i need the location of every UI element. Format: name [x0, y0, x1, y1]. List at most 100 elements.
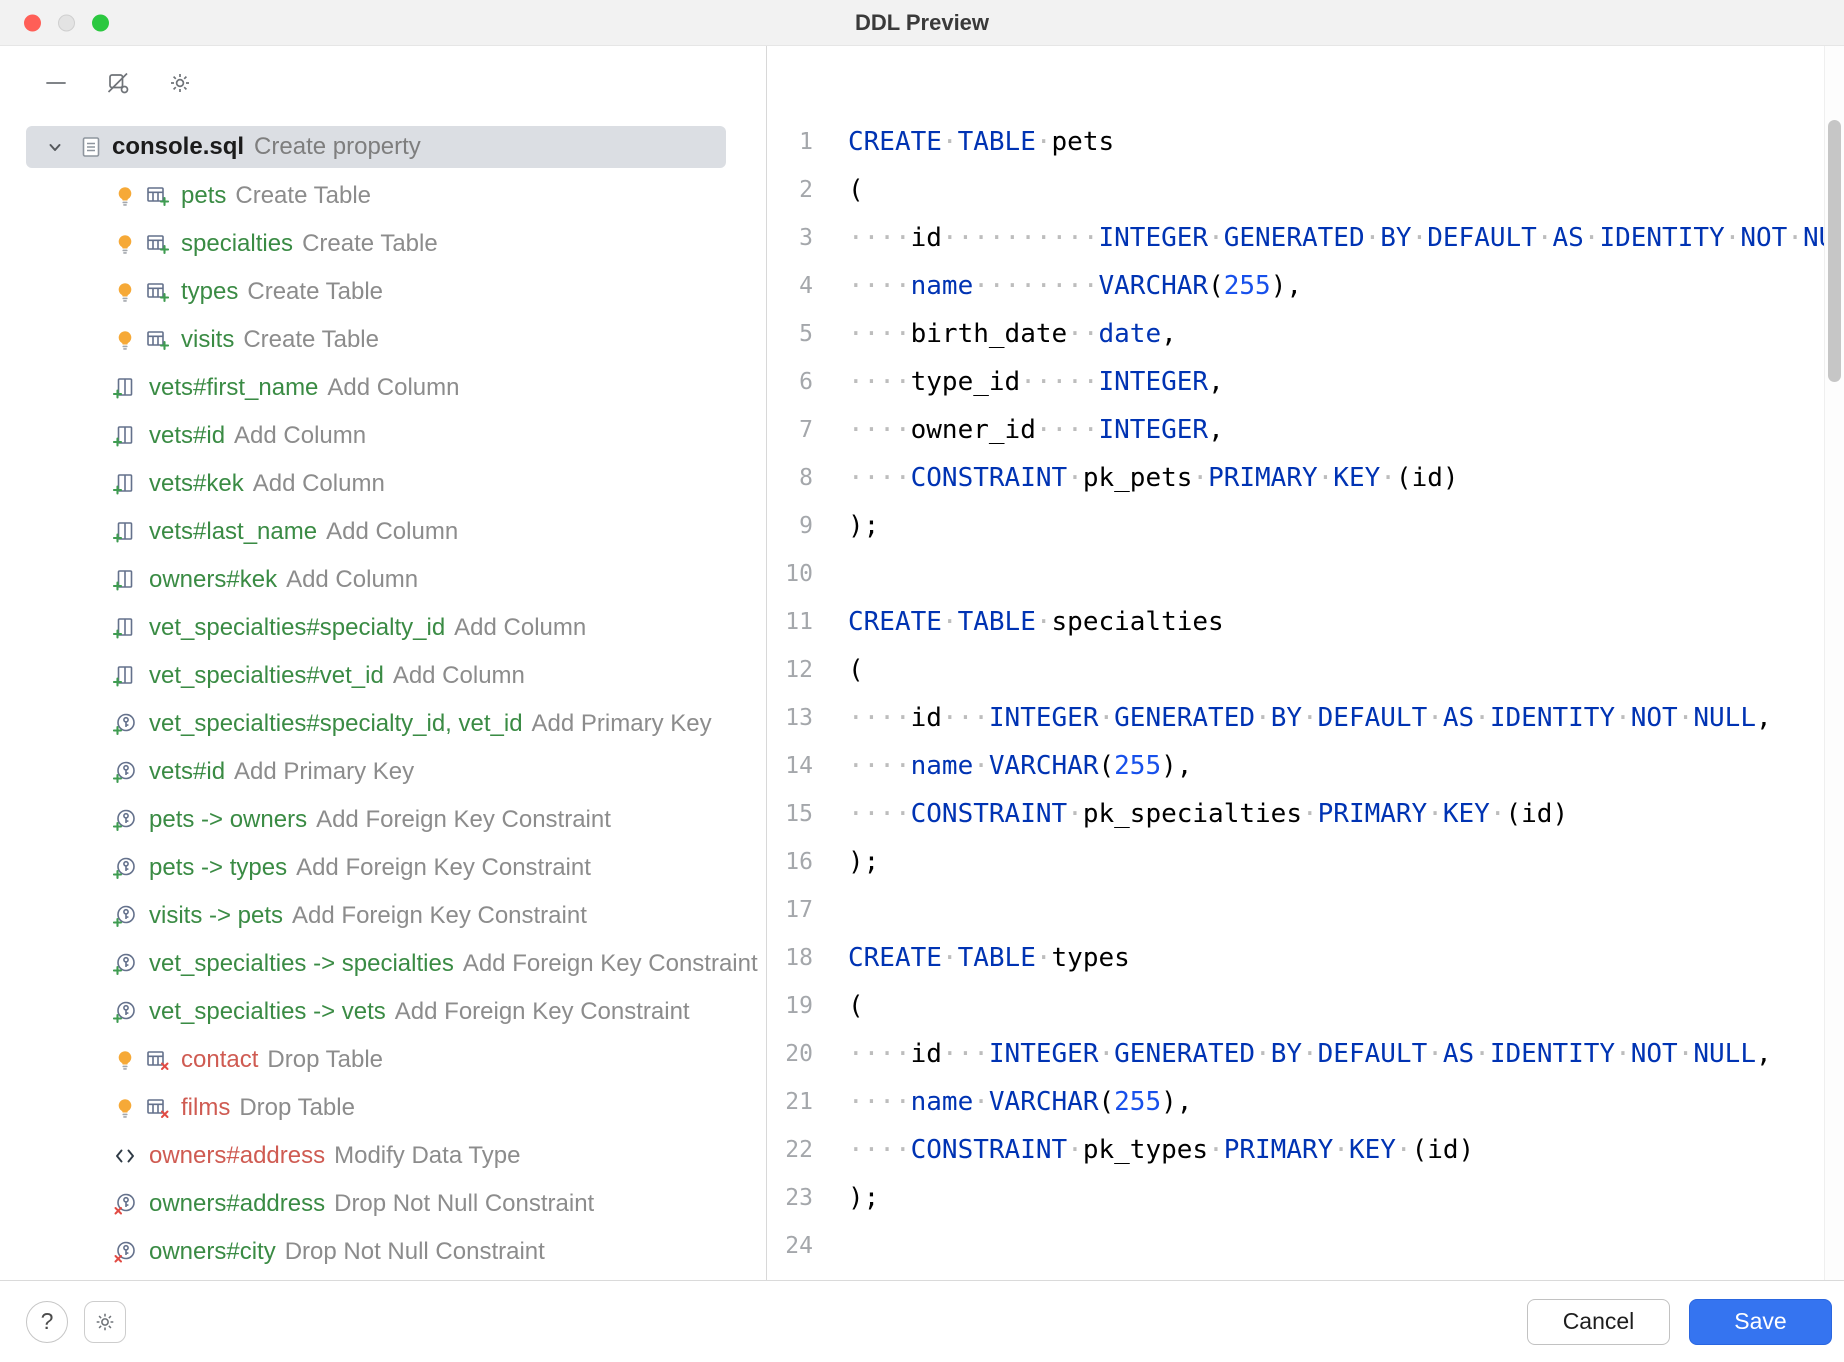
tree-item-action: Create Table: [302, 230, 438, 258]
code-line: 2(: [767, 166, 1844, 214]
intention-bulb-icon: [112, 1095, 138, 1121]
line-number: 8: [767, 465, 813, 491]
panel-settings-button[interactable]: [162, 65, 198, 101]
code-text: ····id···INTEGER·GENERATED·BY·DEFAULT·AS…: [848, 703, 1772, 733]
zoom-button[interactable]: [92, 14, 109, 31]
code-text: CREATE·TABLE·specialties: [848, 607, 1224, 637]
tree-item-name: owners#address: [149, 1190, 325, 1218]
code-line: 8 ····CONSTRAINT·pk_pets·PRIMARY·KEY·(id): [767, 454, 1844, 502]
tree-item[interactable]: vets#first_nameAdd Column: [0, 364, 766, 412]
column-add-icon: [112, 519, 138, 545]
chevron-down-icon[interactable]: [42, 134, 68, 160]
tree-item-action: Add Column: [234, 422, 366, 450]
save-button[interactable]: Save: [1689, 1299, 1832, 1345]
line-number: 22: [767, 1137, 813, 1163]
tree-item[interactable]: vet_specialties#specialty_id, vet_idAdd …: [0, 700, 766, 748]
tree-item-action: Create Table: [243, 326, 379, 354]
line-number: 4: [767, 273, 813, 299]
line-number: 2: [767, 177, 813, 203]
tree-item-action: Modify Data Type: [334, 1142, 520, 1170]
key-drop-icon: [112, 1239, 138, 1265]
tree-item[interactable]: visits Create Table: [0, 316, 766, 364]
footer-right: Cancel Save: [1527, 1299, 1832, 1345]
tree-item[interactable]: owners#kekAdd Column: [0, 556, 766, 604]
ddl-editor[interactable]: 1CREATE·TABLE·pets2(3····id··········INT…: [767, 46, 1844, 1280]
line-number: 10: [767, 561, 813, 587]
tree-item[interactable]: vets#id Add Primary Key: [0, 748, 766, 796]
tree-item[interactable]: vets#kek Add Column: [0, 460, 766, 508]
tree-item-name: pets -> types: [149, 854, 287, 882]
minimize-panel-button[interactable]: [38, 65, 74, 101]
tree-item[interactable]: pets -> typesAdd Foreign Key Constraint: [0, 844, 766, 892]
tree-item[interactable]: vet_specialties -> vetsAdd Foreign Key C…: [0, 988, 766, 1036]
code-line: 20····id···INTEGER·GENERATED·BY·DEFAULT·…: [767, 1030, 1844, 1078]
tree-item[interactable]: contactDrop Table: [0, 1036, 766, 1084]
tree-item[interactable]: owners#address Modify Data Type: [0, 1132, 766, 1180]
tree-item[interactable]: vets#last_nameAdd Column: [0, 508, 766, 556]
tree-item-name: vets#last_name: [149, 518, 317, 546]
line-number: 24: [767, 1233, 813, 1259]
file-icon: [78, 134, 104, 160]
code-text: ····type_id·····INTEGER,: [848, 367, 1224, 397]
tree-root-label: console.sql: [112, 133, 244, 161]
line-number: 12: [767, 657, 813, 683]
tree-item-action: Add Column: [253, 470, 385, 498]
tree-item[interactable]: vet_specialties#specialty_idAdd Column: [0, 604, 766, 652]
code-area: 1CREATE·TABLE·pets2(3····id··········INT…: [767, 118, 1844, 1270]
tree-item[interactable]: specialtiesCreate Table: [0, 220, 766, 268]
tree-item-name: contact: [181, 1046, 258, 1074]
line-number: 7: [767, 417, 813, 443]
line-number: 1: [767, 129, 813, 155]
line-number: 20: [767, 1041, 813, 1067]
footer-settings-button[interactable]: [84, 1301, 126, 1343]
tree-item-name: films: [181, 1094, 230, 1122]
code-text: ····CONSTRAINT·pk_pets·PRIMARY·KEY·(id): [848, 463, 1459, 493]
tree-item[interactable]: vets#idAdd Column: [0, 412, 766, 460]
preview-toggle-button[interactable]: [100, 65, 136, 101]
cancel-button[interactable]: Cancel: [1527, 1299, 1670, 1345]
key-add-icon: [112, 807, 138, 833]
tree-item-action: Drop Not Null Constraint: [334, 1190, 594, 1218]
tree-item[interactable]: vet_specialties -> specialtiesAdd Foreig…: [0, 940, 766, 988]
footer: ? Cancel Save: [0, 1280, 1844, 1362]
tree-item-name: visits: [181, 326, 234, 354]
column-add-icon: [112, 471, 138, 497]
tree-item-action: Add Foreign Key Constraint: [395, 998, 690, 1026]
tree-root-console-sql[interactable]: console.sql Create property: [26, 126, 726, 168]
tree-item-action: Add Primary Key: [234, 758, 414, 786]
line-number: 5: [767, 321, 813, 347]
tree-item[interactable]: petsCreate Table: [0, 172, 766, 220]
editor-scrollbar: [1824, 46, 1844, 1280]
tree-item-name: vets#id: [149, 758, 225, 786]
tree-item[interactable]: visits -> petsAdd Foreign Key Constraint: [0, 892, 766, 940]
code-text: ····id··········INTEGER·GENERATED·BY·DEF…: [848, 223, 1844, 253]
tree-item-name: types: [181, 278, 238, 306]
modify-type-icon: [112, 1143, 138, 1169]
intention-bulb-icon: [112, 183, 138, 209]
scrollbar-thumb[interactable]: [1828, 120, 1841, 382]
close-button[interactable]: [24, 14, 41, 31]
line-number: 11: [767, 609, 813, 635]
tree-item[interactable]: pets -> ownersAdd Foreign Key Constraint: [0, 796, 766, 844]
code-line: 22····CONSTRAINT·pk_types·PRIMARY·KEY·(i…: [767, 1126, 1844, 1174]
tree-item[interactable]: vet_specialties#vet_idAdd Column: [0, 652, 766, 700]
preview-toggle-icon: [105, 70, 131, 96]
tree-item[interactable]: typesCreate Table: [0, 268, 766, 316]
minimize-button: [58, 14, 75, 31]
code-line: 11 CREATE·TABLE·specialties: [767, 598, 1844, 646]
tree-item-name: vet_specialties -> specialties: [149, 950, 454, 978]
tree-item-name: visits -> pets: [149, 902, 283, 930]
table-add-icon: [144, 231, 170, 257]
titlebar: DDL Preview: [0, 0, 1844, 46]
key-add-icon: [112, 903, 138, 929]
tree-item[interactable]: owners#cityDrop Not Null Constraint: [0, 1228, 766, 1276]
tree-item-name: vets#kek: [149, 470, 244, 498]
key-drop-icon: [112, 1191, 138, 1217]
tree-item[interactable]: owners#address Drop Not Null Constraint: [0, 1180, 766, 1228]
help-button[interactable]: ?: [26, 1301, 68, 1343]
line-number: 3: [767, 225, 813, 251]
intention-bulb-icon: [112, 279, 138, 305]
tree-item[interactable]: filmsDrop Table: [0, 1084, 766, 1132]
code-text: (: [848, 175, 864, 205]
tree-item-name: owners#address: [149, 1142, 325, 1170]
